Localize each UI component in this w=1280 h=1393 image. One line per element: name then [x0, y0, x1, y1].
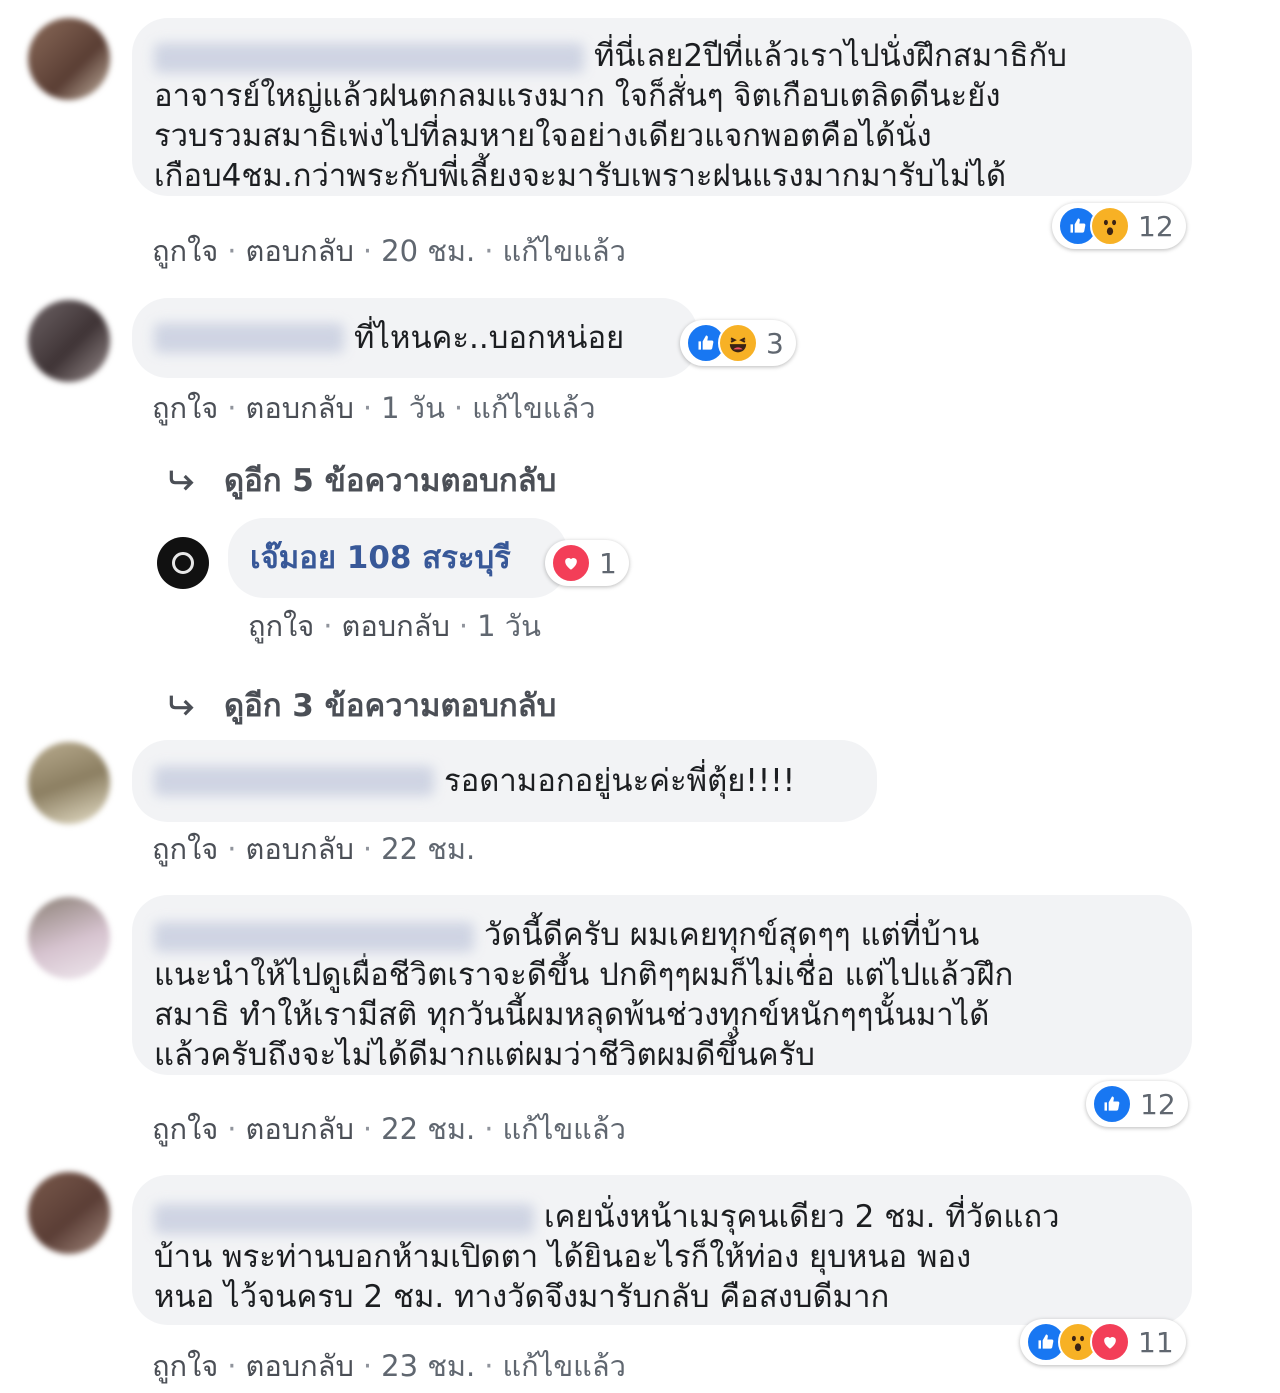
- reply-link[interactable]: ตอบกลับ: [246, 1349, 354, 1383]
- timestamp[interactable]: 1 วัน: [381, 391, 445, 425]
- timestamp[interactable]: 23 ชม.: [381, 1349, 475, 1383]
- reaction-summary[interactable]: 11: [1020, 1319, 1186, 1365]
- avatar[interactable]: [28, 1172, 110, 1254]
- like-link[interactable]: ถูกใจ: [248, 609, 314, 643]
- comment-bubble: เคยนั่งหน้าเมรุคนเดียว 2 ชม. ที่วัดแถว บ…: [132, 1175, 1192, 1325]
- edited-label[interactable]: แก้ไขแล้ว: [502, 1112, 625, 1146]
- comment-actions: ถูกใจ · ตอบกลับ · 1 วัน · แก้ไขแล้ว: [152, 391, 596, 425]
- reaction-count: 11: [1138, 1325, 1174, 1359]
- reaction-count: 12: [1138, 209, 1174, 243]
- reaction-count: 1: [599, 546, 617, 580]
- comment-bubble: ที่นี่เลย2ปีที่แล้วเราไปนั่งฝึกสมาธิกับ …: [132, 18, 1192, 196]
- reaction-summary[interactable]: 12: [1086, 1081, 1188, 1127]
- author-name[interactable]: [154, 921, 474, 952]
- reply-link[interactable]: ตอบกลับ: [246, 1112, 354, 1146]
- view-more-replies-link[interactable]: ดูอีก 3 ข้อความตอบกลับ: [166, 680, 556, 730]
- comment-text: ที่ไหนคะ..บอกหน่อย: [354, 320, 625, 356]
- comment-actions: ถูกใจ · ตอบกลับ · 20 ชม. · แก้ไขแล้ว: [152, 234, 626, 268]
- avatar[interactable]: [28, 897, 110, 979]
- reply-arrow-icon: [166, 464, 202, 496]
- view-more-replies-link[interactable]: ดูอีก 5 ข้อความตอบกลับ: [166, 455, 556, 505]
- timestamp[interactable]: 20 ชม.: [381, 234, 475, 268]
- timestamp[interactable]: 22 ชม.: [381, 832, 475, 866]
- love-icon: [551, 543, 591, 583]
- comment-actions: ถูกใจ · ตอบกลับ · 22 ชม.: [152, 832, 476, 866]
- comment-text: รอดามอกอยู่นะค่ะพี่ตุ้ย!!!!: [444, 763, 796, 799]
- reply-bubble: เจ๊มอย 108 สระบุรี: [228, 518, 568, 598]
- author-name[interactable]: [154, 323, 344, 353]
- comment-text: เคยนั่งหน้าเมรุคนเดียว 2 ชม. ที่วัดแถว บ…: [154, 1199, 1060, 1315]
- comment-bubble: วัดนี้ดีครับ ผมเคยทุกข์สุดๆๆ แต่ที่บ้าน …: [132, 895, 1192, 1075]
- comment-actions: ถูกใจ · ตอบกลับ · 23 ชม. · แก้ไขแล้ว: [152, 1349, 626, 1383]
- wow-icon: [1090, 206, 1130, 246]
- reaction-summary[interactable]: 1: [545, 540, 629, 586]
- reply-arrow-icon: [166, 689, 202, 721]
- love-icon: [1090, 1322, 1130, 1362]
- page-avatar[interactable]: [157, 537, 209, 589]
- reply-author-name[interactable]: เจ๊มอย 108 สระบุรี: [250, 538, 511, 578]
- avatar[interactable]: [28, 300, 110, 382]
- like-icon: [1092, 1084, 1132, 1124]
- like-link[interactable]: ถูกใจ: [152, 391, 218, 425]
- author-name[interactable]: [154, 766, 434, 796]
- comment-text: วัดนี้ดีครับ ผมเคยทุกข์สุดๆๆ แต่ที่บ้าน …: [154, 917, 1014, 1073]
- avatar[interactable]: [28, 742, 110, 824]
- edited-label[interactable]: แก้ไขแล้ว: [502, 234, 625, 268]
- comment-bubble: รอดามอกอยู่นะค่ะพี่ตุ้ย!!!!: [132, 740, 877, 822]
- like-link[interactable]: ถูกใจ: [152, 234, 218, 268]
- edited-label[interactable]: แก้ไขแล้ว: [502, 1349, 625, 1383]
- reaction-count: 12: [1140, 1087, 1176, 1121]
- comment-bubble: ที่ไหนคะ..บอกหน่อย: [132, 298, 698, 378]
- avatar[interactable]: [28, 18, 110, 100]
- comment-actions: ถูกใจ · ตอบกลับ · 22 ชม. · แก้ไขแล้ว: [152, 1112, 626, 1146]
- view-more-replies-label: ดูอีก 3 ข้อความตอบกลับ: [224, 688, 557, 724]
- author-name[interactable]: [154, 1203, 534, 1234]
- reply-link[interactable]: ตอบกลับ: [342, 609, 450, 643]
- like-link[interactable]: ถูกใจ: [152, 1112, 218, 1146]
- like-link[interactable]: ถูกใจ: [152, 1349, 218, 1383]
- haha-icon: [718, 323, 758, 363]
- reply-link[interactable]: ตอบกลับ: [246, 832, 354, 866]
- reaction-summary[interactable]: 3: [680, 320, 796, 366]
- author-name[interactable]: [154, 42, 584, 73]
- reaction-summary[interactable]: 12: [1052, 203, 1186, 249]
- like-link[interactable]: ถูกใจ: [152, 832, 218, 866]
- comment-text: ที่นี่เลย2ปีที่แล้วเราไปนั่งฝึกสมาธิกับ …: [154, 38, 1067, 194]
- reply-link[interactable]: ตอบกลับ: [246, 391, 354, 425]
- edited-label[interactable]: แก้ไขแล้ว: [472, 391, 595, 425]
- reaction-count: 3: [766, 326, 784, 360]
- timestamp[interactable]: 1 วัน: [477, 609, 541, 643]
- reply-actions: ถูกใจ · ตอบกลับ · 1 วัน: [248, 609, 541, 643]
- reply-link[interactable]: ตอบกลับ: [246, 234, 354, 268]
- timestamp[interactable]: 22 ชม.: [381, 1112, 475, 1146]
- view-more-replies-label: ดูอีก 5 ข้อความตอบกลับ: [224, 463, 557, 499]
